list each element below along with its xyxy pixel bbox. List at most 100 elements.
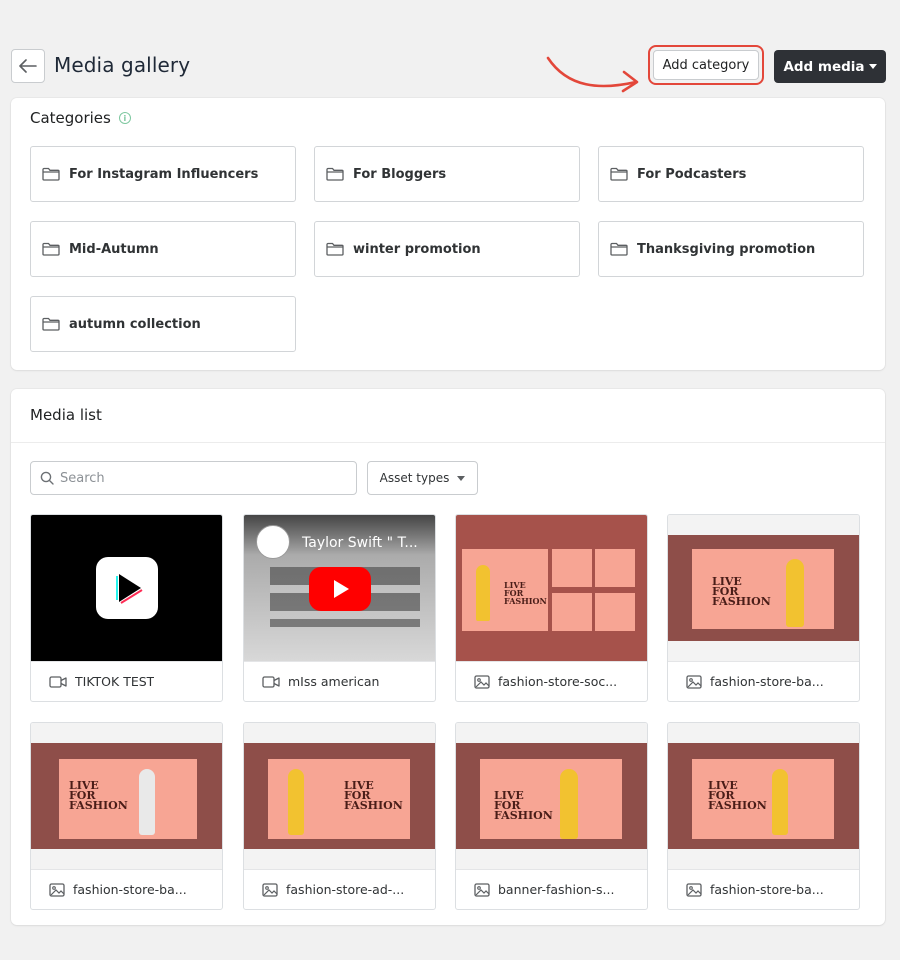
media-list-title: Media list — [30, 406, 102, 424]
poster-panel — [595, 593, 635, 631]
media-caption: fashion-store-ba... — [31, 869, 222, 909]
search-box[interactable] — [30, 461, 357, 495]
media-item[interactable]: LIVE FOR FASHION fashion-store-ba... — [30, 722, 223, 910]
media-name: fashion-store-ba... — [73, 882, 187, 897]
arrow-left-icon — [19, 59, 37, 73]
category-label: winter promotion — [353, 241, 481, 257]
person-figure — [786, 559, 804, 627]
category-item[interactable]: For Bloggers — [314, 146, 580, 202]
add-category-button[interactable]: Add category — [653, 50, 759, 80]
media-thumbnail: Taylor Swift " T... — [244, 515, 435, 661]
media-caption: mIss american — [244, 661, 435, 701]
media-thumbnail: LIVE FOR FASHION — [244, 723, 435, 869]
image-icon — [49, 882, 65, 897]
person-figure — [288, 769, 304, 835]
media-caption: fashion-store-ad-... — [244, 869, 435, 909]
categories-card: Categories i For Instagram Influencers F… — [11, 98, 885, 370]
category-label: Mid-Autumn — [69, 241, 159, 257]
asset-types-dropdown[interactable]: Asset types — [367, 461, 478, 495]
poster-text: LIVE FOR FASHION — [494, 789, 553, 822]
person-figure — [772, 769, 788, 835]
search-icon — [40, 471, 54, 485]
image-icon — [686, 882, 702, 897]
media-thumbnail: LIVE FOR FASHION — [668, 723, 859, 869]
media-name: mIss american — [288, 674, 380, 689]
media-caption: TIKTOK TEST — [31, 661, 222, 701]
media-thumbnail: LIVE FOR FASHION — [668, 515, 859, 661]
poster-text: LIVE FOR FASHION — [344, 779, 403, 812]
folder-icon — [42, 167, 60, 181]
info-icon[interactable]: i — [118, 112, 131, 124]
caret-down-icon — [457, 475, 466, 481]
media-name: TIKTOK TEST — [75, 674, 155, 689]
channel-avatar — [256, 525, 290, 559]
image-icon — [474, 674, 490, 689]
poster-panel — [552, 593, 592, 631]
media-item[interactable]: LIVE FOR FASHION fashion-store-ba... — [667, 514, 860, 702]
folder-icon — [42, 242, 60, 256]
image-icon — [686, 674, 702, 689]
annotation-arrow-icon — [546, 56, 639, 93]
category-label: For Podcasters — [637, 166, 747, 182]
add-media-label: Add media — [783, 58, 865, 75]
media-item[interactable]: LIVE FOR FASHION banner-fashion-s... — [455, 722, 648, 910]
folder-icon — [610, 242, 628, 256]
person-figure — [476, 565, 490, 621]
poster-text: LIVE FOR FASHION — [504, 580, 547, 606]
media-caption: fashion-store-ba... — [668, 869, 859, 909]
media-item[interactable]: Taylor Swift " T... mIss american — [243, 514, 436, 702]
category-item[interactable]: Thanksgiving promotion — [598, 221, 864, 277]
poster-text: LIVE FOR FASHION — [69, 779, 128, 812]
category-label: Thanksgiving promotion — [637, 241, 816, 257]
category-item[interactable]: Mid-Autumn — [30, 221, 296, 277]
media-thumbnail — [31, 515, 222, 661]
image-icon — [262, 882, 278, 897]
media-caption: banner-fashion-s... — [456, 869, 647, 909]
category-label: For Bloggers — [353, 166, 447, 182]
media-item[interactable]: LIVE FOR FASHION fashion-store-ad-... — [243, 722, 436, 910]
video-thumb-title: Taylor Swift " T... — [302, 535, 418, 551]
image-icon — [474, 882, 490, 897]
video-icon — [49, 675, 67, 688]
divider — [11, 442, 885, 443]
media-thumbnail: LIVE FOR FASHION — [456, 723, 647, 869]
category-item[interactable]: winter promotion — [314, 221, 580, 277]
category-item[interactable]: For Podcasters — [598, 146, 864, 202]
media-caption: fashion-store-soc... — [456, 661, 647, 701]
media-name: banner-fashion-s... — [498, 882, 615, 897]
media-name: fashion-store-soc... — [498, 674, 618, 689]
media-item[interactable]: TIKTOK TEST — [30, 514, 223, 702]
media-list-card: Media list Asset types TIKTOK TEST Taylo… — [11, 389, 885, 925]
folder-icon — [610, 167, 628, 181]
person-figure — [139, 769, 155, 835]
search-input[interactable] — [60, 470, 340, 486]
poster-text: LIVE FOR FASHION — [712, 575, 771, 608]
back-button[interactable] — [11, 49, 45, 83]
media-item[interactable]: LIVE FOR FASHION fashion-store-soc... — [455, 514, 648, 702]
youtube-play-icon — [309, 567, 371, 611]
category-item[interactable]: For Instagram Influencers — [30, 146, 296, 202]
media-thumbnail: LIVE FOR FASHION — [31, 723, 222, 869]
folder-icon — [326, 167, 344, 181]
media-item[interactable]: LIVE FOR FASHION fashion-store-ba... — [667, 722, 860, 910]
category-label: autumn collection — [69, 316, 201, 332]
media-thumbnail: LIVE FOR FASHION — [456, 515, 647, 661]
page-title: Media gallery — [54, 53, 191, 77]
categories-heading: Categories i — [30, 109, 131, 127]
add-media-button[interactable]: Add media — [774, 50, 886, 83]
person-figure — [560, 769, 578, 839]
media-name: fashion-store-ad-... — [286, 882, 405, 897]
categories-title: Categories — [30, 109, 111, 127]
media-name: fashion-store-ba... — [710, 674, 824, 689]
video-icon — [262, 675, 280, 688]
page-header: Media gallery Add category Add media — [0, 0, 900, 96]
tiktok-logo-icon — [96, 557, 158, 619]
poster-panel — [552, 549, 592, 587]
folder-icon — [42, 317, 60, 331]
media-name: fashion-store-ba... — [710, 882, 824, 897]
category-item[interactable]: autumn collection — [30, 296, 296, 352]
poster-panel — [595, 549, 635, 587]
media-caption: fashion-store-ba... — [668, 661, 859, 701]
category-label: For Instagram Influencers — [69, 166, 259, 182]
poster-text: LIVE FOR FASHION — [708, 779, 767, 812]
